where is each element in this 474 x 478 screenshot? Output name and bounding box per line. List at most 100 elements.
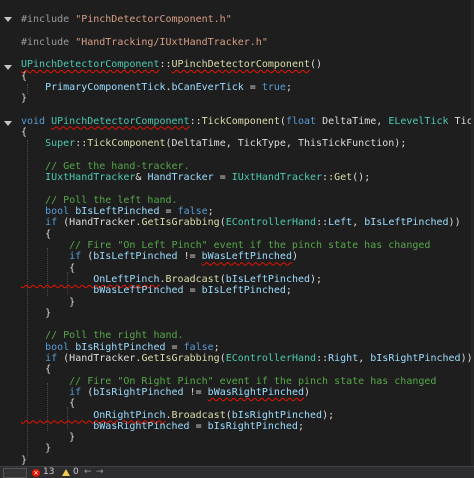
code-line[interactable]: void UPinchDetectorComponent::TickCompon… [21, 116, 474, 128]
code-line[interactable]: if (bIsRightPinched != bWasRightPinched) [21, 387, 310, 399]
code-token: #include [21, 36, 76, 48]
code-line[interactable]: PrimaryComponentTick.bCanEverTick = true… [21, 82, 292, 94]
code-token: (DeltaTime, TickType, ThisTickFunction); [165, 138, 407, 150]
code-token: EControllerHand [225, 353, 317, 364]
code-line[interactable]: bWasRightPinched = bIsRightPinched; [21, 421, 304, 433]
code-line[interactable]: } [21, 432, 75, 444]
code-token: (HandTracker. [63, 217, 142, 229]
code-token: ; [285, 81, 292, 93]
code-line[interactable]: OnLeftPinch.Broadcast(bIsLeftPinched); [21, 274, 322, 286]
code-token: void [21, 115, 52, 127]
warning-count-label: 0 [73, 467, 79, 477]
code-token: Super [21, 138, 76, 150]
code-line[interactable]: } [21, 93, 27, 105]
code-token: #include [21, 14, 76, 25]
code-token: GetIsGrabbing [141, 217, 220, 229]
code-line[interactable]: } [21, 297, 75, 309]
code-line[interactable]: } [21, 443, 51, 455]
code-token: bWasRightPinched [21, 420, 190, 432]
code-line[interactable]: // Poll the left hand. [21, 194, 178, 207]
code-token: GetIsGrabbing [141, 353, 220, 364]
code-line[interactable]: { [21, 71, 27, 83]
code-token: ELevelTick [388, 115, 455, 127]
code-token: bWasRightPinched [207, 386, 304, 398]
code-token: () [310, 59, 323, 71]
code-token: bWasLeftPinched [201, 251, 292, 263]
code-line[interactable]: { [21, 364, 51, 376]
code-token: (HandTracker. [63, 353, 142, 364]
code-token: // Get the hand-tracker. [21, 160, 190, 172]
code-line[interactable]: if (bIsLeftPinched != bWasLeftPinched) [21, 251, 298, 263]
code-token: bIsRightPinched [370, 353, 461, 364]
code-token: ) [304, 386, 311, 398]
code-line[interactable]: #include "HandTracking/IUxtHandTracker.h… [21, 37, 268, 49]
code-token: bIsLeftPinched [225, 273, 311, 285]
code-token: = [213, 172, 232, 184]
code-line[interactable]: { [21, 398, 75, 410]
code-token: PrimaryComponentTick [21, 81, 166, 93]
code-token: :: [322, 172, 335, 184]
code-token: & [135, 172, 148, 184]
code-token: } [21, 296, 76, 308]
code-token: HandTracker [147, 172, 214, 184]
code-line[interactable]: Super::TickComponent(DeltaTime, TickType… [21, 138, 406, 150]
code-token: false [177, 206, 208, 218]
code-line[interactable]: bool bIsRightPinched = false; [21, 342, 220, 354]
status-bar: × 13 0 ← → [0, 466, 474, 478]
code-line[interactable]: if (HandTracker.GetIsGrabbing(EControlle… [21, 217, 461, 229]
nav-back-button[interactable]: ← [84, 467, 92, 478]
code-line[interactable]: // Fire "On Right Pinch" event if the pi… [21, 376, 436, 388]
code-token: bIsRightPinched [75, 341, 166, 353]
code-line[interactable]: IUxtHandTracker& HandTracker = IUxtHandT… [21, 172, 370, 184]
arrow-right-icon: → [96, 467, 104, 477]
code-token: IUxtHandTracker [21, 172, 136, 184]
error-count[interactable]: × 13 [32, 467, 54, 478]
code-token: UPinchDetectorComponent [21, 59, 160, 71]
editor-gutter [0, 0, 16, 466]
code-line[interactable]: { [21, 229, 51, 241]
code-line[interactable]: { [21, 263, 75, 275]
code-token: DeltaTime, [322, 115, 389, 127]
code-line[interactable]: } [21, 308, 51, 320]
code-line[interactable]: if (HandTracker.GetIsGrabbing(EControlle… [21, 353, 473, 365]
code-line[interactable]: // Get the hand-tracker. [21, 161, 190, 173]
code-token: bool [21, 341, 76, 353]
code-token: if [21, 386, 88, 398]
code-token: != [183, 386, 208, 398]
code-token: bIsLeftPinched [364, 217, 449, 229]
code-line[interactable]: bWasLeftPinched = bIsLeftPinched; [21, 285, 292, 297]
fold-chevron-icon[interactable] [4, 17, 12, 22]
code-token: // Poll the right hand. [21, 330, 184, 342]
code-token: :: [75, 138, 88, 150]
code-token: // Poll the left hand. [21, 194, 178, 206]
code-token: bIsRightPinched [93, 386, 184, 398]
fold-chevron-icon[interactable] [4, 121, 12, 126]
code-token: // Fire "On Left Pinch" event if the pin… [21, 240, 431, 251]
zoom-control[interactable] [3, 467, 27, 478]
code-token: "PinchDetectorComponent.h" [75, 14, 232, 25]
code-line[interactable]: { [21, 127, 27, 139]
fold-chevron-icon[interactable] [4, 65, 12, 70]
code-line[interactable]: OnRightPinch.Broadcast(bIsRightPinched); [21, 410, 334, 422]
warning-icon [62, 469, 70, 476]
code-token: Broadcast [165, 273, 220, 285]
nav-forward-button[interactable]: → [96, 467, 104, 478]
code-token: } [21, 307, 52, 319]
code-line[interactable]: #include "PinchDetectorComponent.h" [21, 14, 232, 26]
warning-count[interactable]: 0 [62, 467, 79, 478]
code-editor[interactable]: #include "PinchDetectorComponent.h" #incl… [0, 0, 474, 466]
code-line[interactable]: UPinchDetectorComponent::UPinchDetectorC… [21, 59, 322, 71]
code-line[interactable]: } [21, 455, 27, 466]
code-line[interactable]: bool bIsLeftPinched = false; [21, 206, 214, 218]
code-token: (); [352, 172, 371, 184]
code-token: { [21, 70, 28, 82]
code-token: if [21, 353, 64, 364]
code-line[interactable]: // Fire "On Left Pinch" event if the pin… [21, 240, 430, 252]
zoom-dropdown[interactable] [3, 467, 27, 478]
code-line[interactable]: // Poll the right hand. [21, 330, 184, 342]
code-token: UPinchDetectorComponent [171, 59, 311, 71]
code-token: bIsRightPinched [231, 409, 323, 421]
code-token: , [358, 353, 371, 364]
code-token: IUxtHandTracker [231, 172, 323, 184]
code-token: } [21, 93, 28, 105]
